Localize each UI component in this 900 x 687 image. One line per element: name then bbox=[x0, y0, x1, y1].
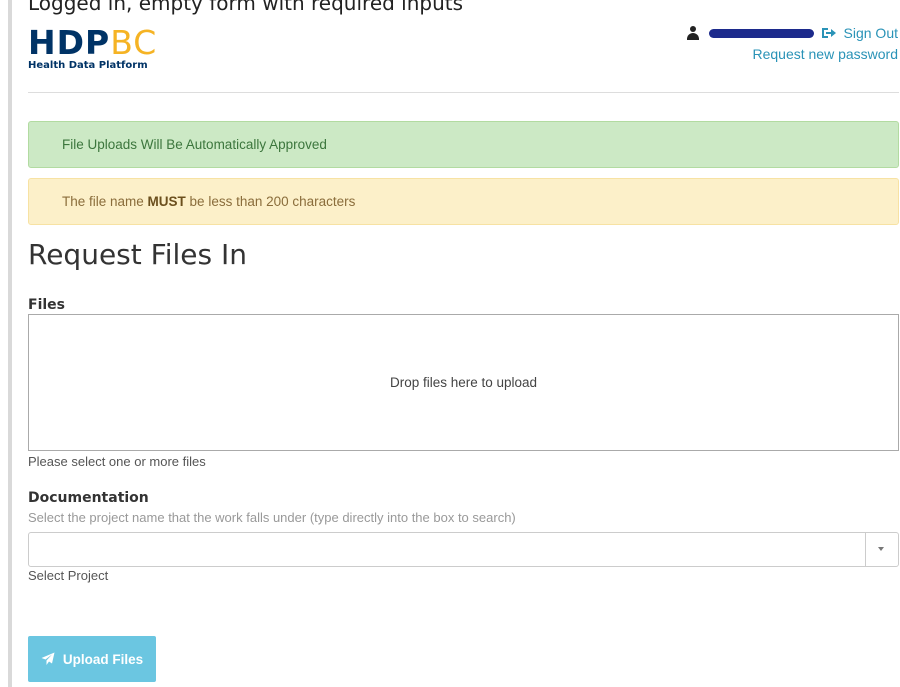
top-caption: Logged in, empty form with required inpu… bbox=[28, 0, 464, 15]
redacted-username bbox=[708, 28, 814, 38]
request-new-password-link[interactable]: Request new password bbox=[752, 46, 898, 62]
warning-alert-text: The file name MUST be less than 200 char… bbox=[62, 194, 355, 209]
dropzone-text: Drop files here to upload bbox=[389, 375, 538, 390]
request-password-line: Request new password bbox=[687, 46, 898, 62]
warning-suffix: be less than 200 characters bbox=[185, 194, 356, 209]
project-select-toggle[interactable] bbox=[865, 533, 898, 566]
logo-mark-secondary: BC bbox=[110, 23, 158, 62]
header-divider bbox=[28, 92, 899, 93]
files-help-text: Please select one or more files bbox=[28, 454, 206, 469]
file-dropzone[interactable]: Drop files here to upload bbox=[28, 314, 899, 451]
documentation-description: Select the project name that the work fa… bbox=[28, 510, 516, 525]
left-edge-rule bbox=[8, 0, 12, 687]
logo-subtitle: Health Data Platform bbox=[28, 60, 148, 71]
documentation-label: Documentation bbox=[28, 490, 149, 506]
hdpbc-logo[interactable]: HDPBC Health Data Platform bbox=[28, 26, 157, 72]
sign-out-icon[interactable] bbox=[821, 27, 836, 39]
user-line: Sign Out bbox=[686, 24, 898, 42]
sign-out-link[interactable]: Sign Out bbox=[844, 25, 898, 41]
logo-mark-primary: HDP bbox=[28, 23, 111, 62]
warning-emphasis: MUST bbox=[147, 194, 186, 209]
upload-files-button[interactable]: Upload Files bbox=[28, 636, 156, 682]
page-title: Request Files In bbox=[28, 238, 247, 271]
dropdown-caret-icon bbox=[878, 547, 884, 551]
paper-plane-icon bbox=[41, 652, 55, 665]
success-alert: File Uploads Will Be Automatically Appro… bbox=[28, 121, 899, 168]
user-icon bbox=[686, 26, 699, 40]
success-alert-text: File Uploads Will Be Automatically Appro… bbox=[62, 137, 327, 152]
user-menu: Sign Out Request new password bbox=[686, 24, 898, 62]
logo-mark: HDPBC bbox=[28, 26, 157, 60]
upload-files-label: Upload Files bbox=[62, 651, 144, 667]
project-help-text: Select Project bbox=[28, 568, 109, 583]
files-label: Files bbox=[28, 297, 65, 313]
warning-prefix: The file name bbox=[62, 194, 148, 209]
project-select[interactable] bbox=[28, 532, 899, 567]
warning-alert: The file name MUST be less than 200 char… bbox=[28, 178, 899, 225]
